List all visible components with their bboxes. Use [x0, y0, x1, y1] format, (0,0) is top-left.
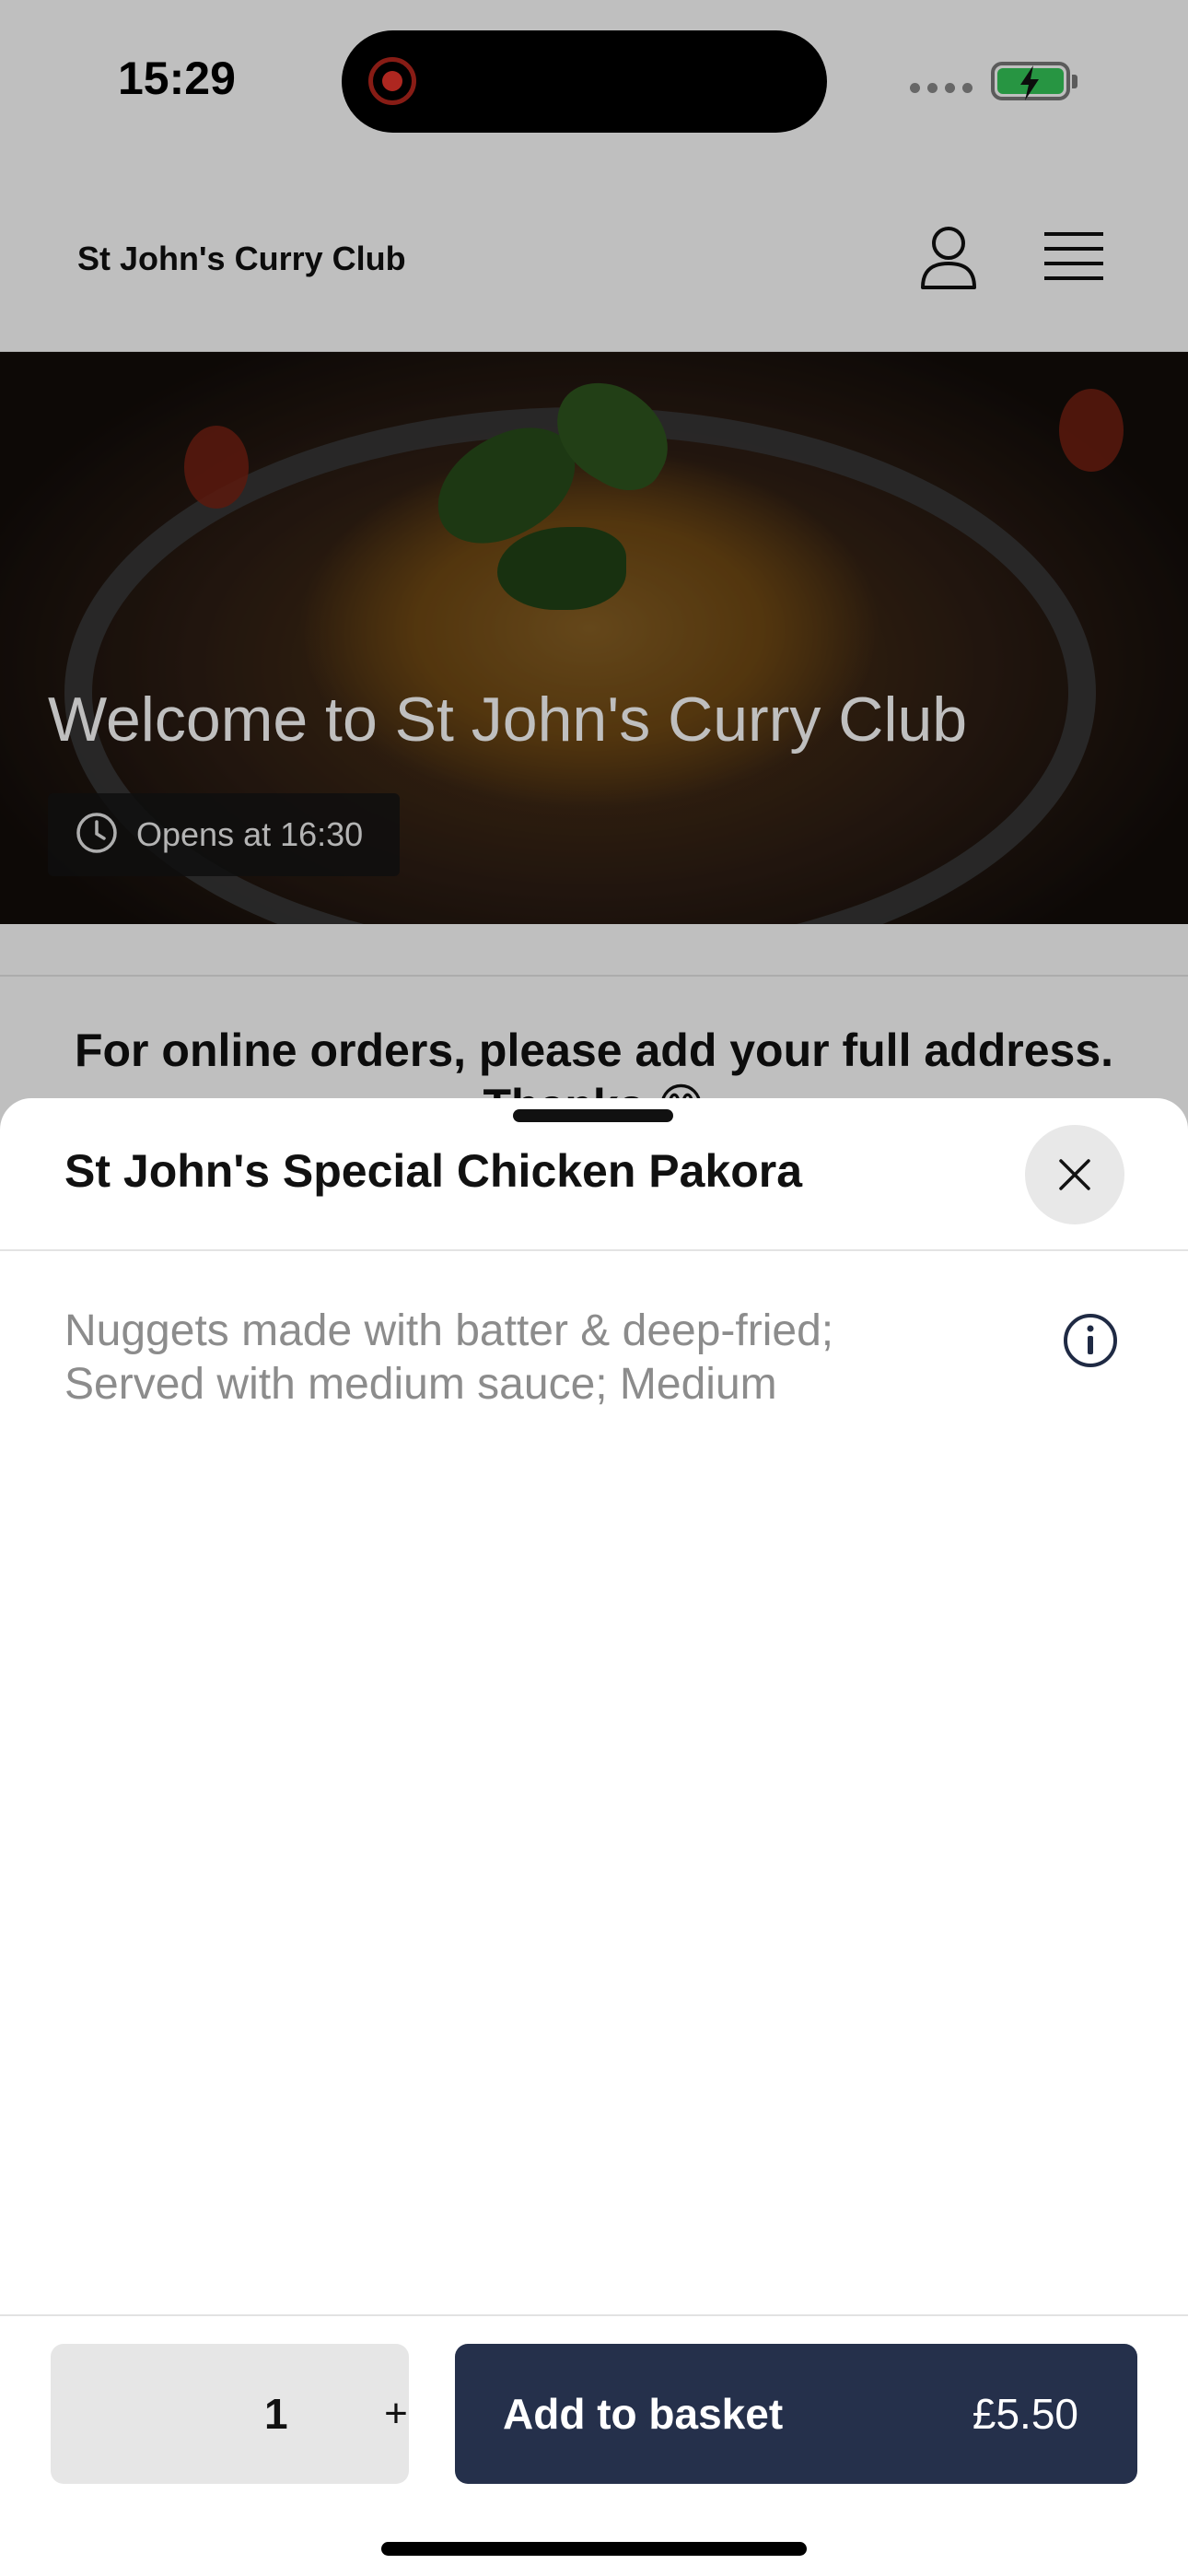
sheet-header: St John's Special Chicken Pakora	[0, 1098, 1188, 1251]
info-icon[interactable]	[1063, 1313, 1118, 1373]
increase-quantity-button[interactable]: +	[355, 2344, 437, 2484]
add-to-basket-label: Add to basket	[503, 2390, 784, 2438]
home-indicator[interactable]	[381, 2542, 807, 2556]
item-price: £5.50	[972, 2390, 1078, 2438]
close-button[interactable]	[1025, 1125, 1124, 1224]
item-detail-sheet: St John's Special Chicken Pakora Nuggets…	[0, 1098, 1188, 2576]
sheet-grabber-handle[interactable]	[513, 1109, 673, 1122]
close-icon	[1059, 1159, 1090, 1190]
screen: 15:29 St John's Curry Club Welcome to St…	[0, 0, 1188, 2576]
add-to-basket-button[interactable]: Add to basket £5.50	[455, 2344, 1137, 2484]
sheet-footer: 1 + Add to basket £5.50	[0, 2314, 1188, 2576]
item-description: Nuggets made with batter & deep-fried; S…	[64, 1306, 834, 1409]
quantity-value: 1	[264, 2390, 288, 2438]
item-title: St John's Special Chicken Pakora	[64, 1145, 803, 1197]
quantity-stepper[interactable]: 1 +	[51, 2344, 409, 2484]
